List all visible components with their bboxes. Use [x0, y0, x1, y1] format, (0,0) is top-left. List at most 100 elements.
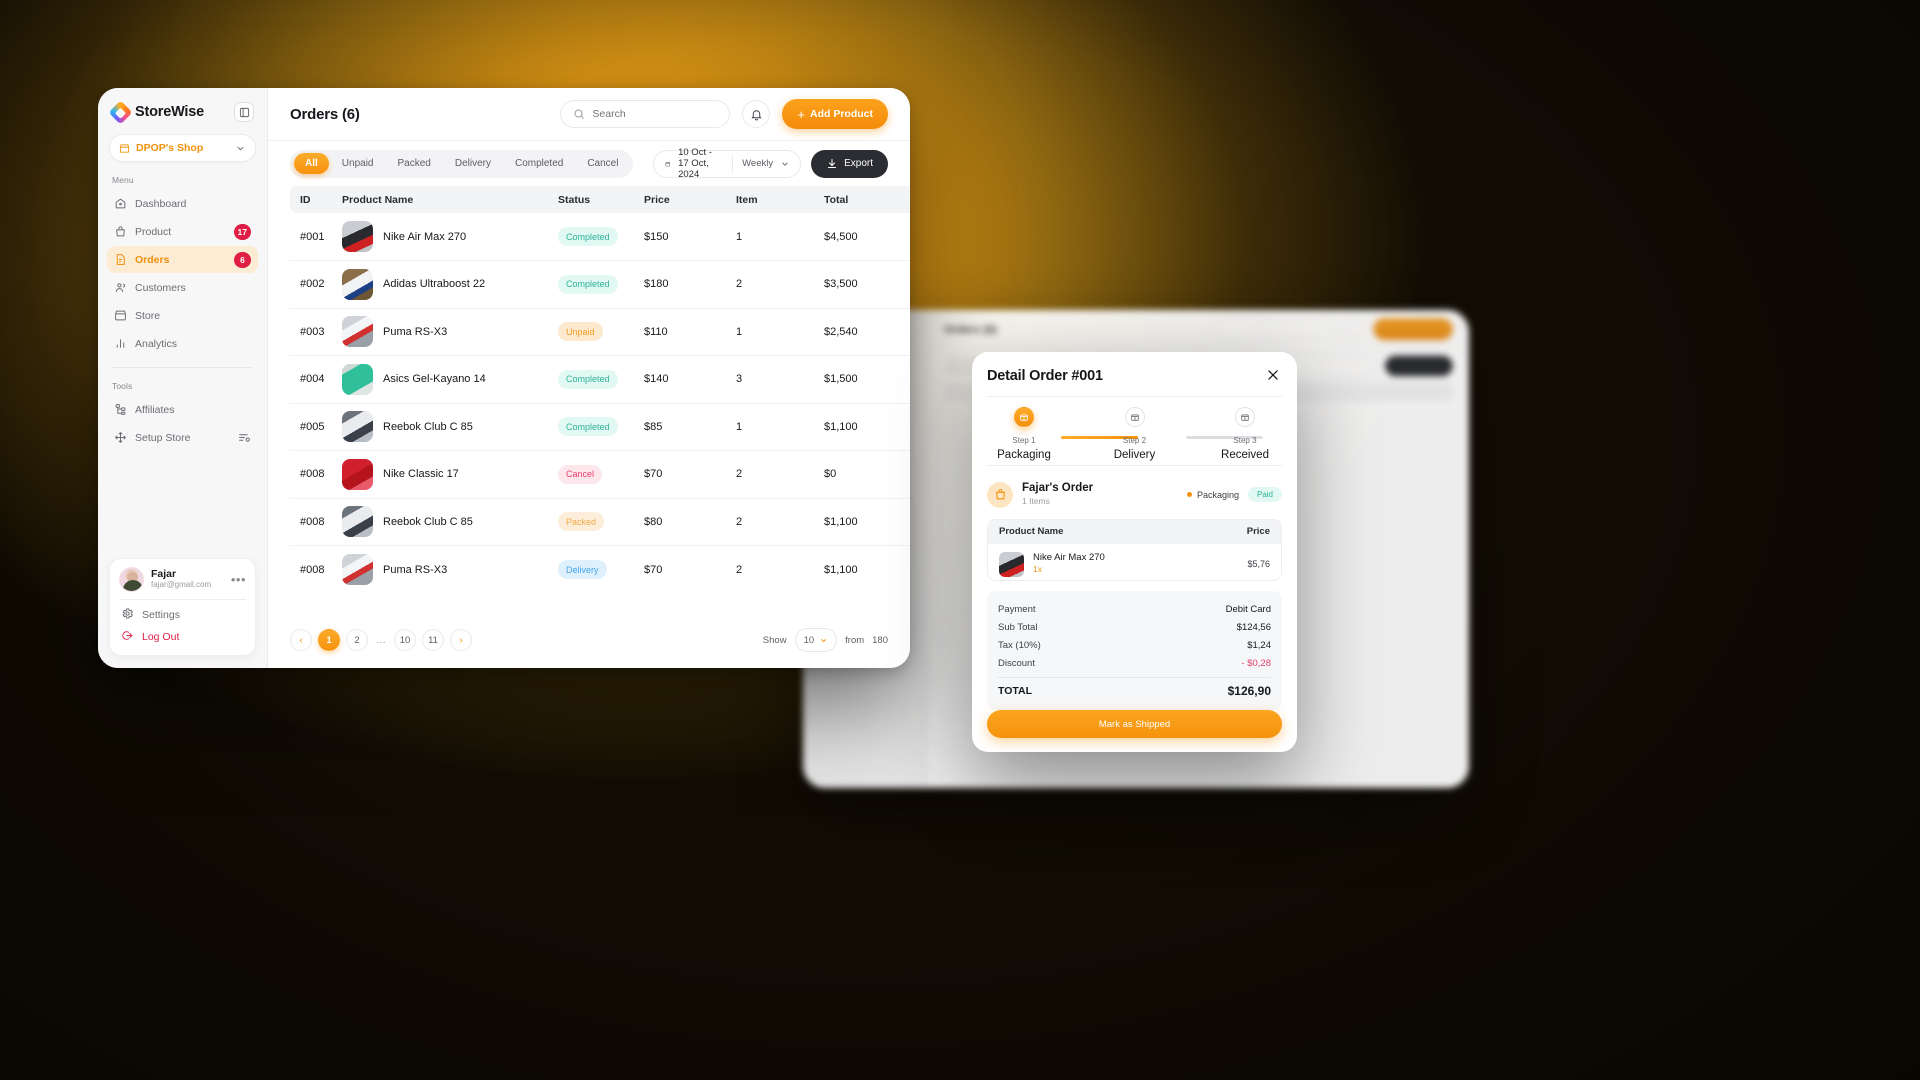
- sidebar: StoreWise DPOP's Shop Menu Dashboard Pro…: [98, 88, 268, 668]
- sidebar-item-analytics[interactable]: Analytics: [107, 330, 258, 357]
- modal-product-table: Product Name Price Nike Air Max 270 1x $…: [987, 518, 1282, 582]
- table-row[interactable]: #001 Nike Air Max 270 Completed $150 1 $4,500: [290, 213, 910, 261]
- product-name: Reebok Club C 85: [383, 515, 473, 528]
- cell-id: #001: [290, 213, 342, 261]
- tab-completed[interactable]: Completed: [504, 153, 574, 174]
- tab-all[interactable]: All: [294, 153, 329, 174]
- step-name: Delivery: [1113, 448, 1156, 461]
- cell-total: $4,500: [824, 213, 910, 261]
- sidebar-item-label: Product: [135, 225, 172, 238]
- order-status: Packaging: [1186, 490, 1239, 500]
- pagination-page-1[interactable]: 1: [318, 629, 340, 651]
- table-row[interactable]: #008 Nike Classic 17 Cancel $70 2 $0: [290, 450, 910, 499]
- pagination-ellipsis: …: [376, 634, 386, 646]
- product-name: Reebok Club C 85: [383, 420, 473, 433]
- export-button[interactable]: Export: [811, 149, 888, 178]
- profile-settings-item[interactable]: Settings: [119, 604, 246, 626]
- sidebar-item-customers[interactable]: Customers: [107, 274, 258, 301]
- calendar-icon: [666, 161, 671, 166]
- pagination-page-2[interactable]: 2: [346, 629, 368, 651]
- panel-collapse-icon[interactable]: [234, 102, 254, 122]
- cell-product: Asics Gel-Kayano 14: [342, 355, 558, 404]
- table-row[interactable]: #002 Adidas Ultraboost 22 Completed $180 2 $3…: [290, 260, 910, 309]
- mark-as-shipped-button[interactable]: Mark as Shipped: [987, 710, 1282, 738]
- add-product-button[interactable]: + Add Product: [782, 99, 888, 129]
- table-row[interactable]: #008 Puma RS-X3 Delivery $70 2 $1,100: [290, 546, 910, 594]
- profile-logout-item[interactable]: Log Out: [119, 626, 246, 648]
- sidebar-item-label: Analytics: [135, 337, 178, 350]
- more-horizontal-icon[interactable]: •••: [231, 573, 246, 586]
- modal-product-table-header: Product Name Price: [988, 519, 1281, 544]
- notification-bell-button[interactable]: [742, 100, 771, 128]
- profile-row[interactable]: Fajar fajar@gmail.com •••: [119, 567, 246, 592]
- status-badge: Cancel: [558, 464, 603, 484]
- sidebar-item-store[interactable]: Store: [107, 302, 258, 329]
- cell-product: Nike Air Max 270: [342, 213, 558, 261]
- search-input[interactable]: [592, 108, 718, 120]
- orders-table-wrapper: ID Product Name Status Price Item Total …: [268, 186, 910, 612]
- from-label: from: [845, 634, 865, 646]
- pagination-page-11[interactable]: 11: [422, 629, 444, 651]
- sidebar-badge-product: 17: [233, 223, 251, 240]
- tab-cancel[interactable]: Cancel: [576, 153, 629, 174]
- sidebar-item-orders[interactable]: Orders 6: [107, 246, 258, 273]
- pagination-prev[interactable]: ‹: [290, 629, 312, 651]
- period-select[interactable]: Weekly: [732, 158, 800, 169]
- shop-name: DPOP's Shop: [136, 142, 204, 154]
- cell-product: Reebok Club C 85: [342, 403, 558, 451]
- table-row[interactable]: #005 Reebok Club C 85 Completed $85 1 $1,100: [290, 403, 910, 451]
- cell-product: Puma RS-X3: [342, 308, 558, 356]
- sidebar-item-affiliates[interactable]: Affiliates: [107, 396, 258, 423]
- sidebar-item-dashboard[interactable]: Dashboard: [107, 190, 258, 217]
- chevron-down-icon: [782, 161, 788, 166]
- product-thumbnail: [999, 551, 1024, 577]
- modal-divider-2: [987, 464, 1282, 466]
- date-range-picker[interactable]: 10 Oct - 17 Oct, 2024: [654, 147, 731, 180]
- payment-status-badge: Paid: [1247, 487, 1282, 503]
- step-delivery[interactable]: Step 2 Delivery: [1098, 406, 1172, 461]
- brand-name: StoreWise: [135, 104, 204, 120]
- avatar: [119, 567, 144, 592]
- col-id: ID: [290, 186, 342, 213]
- cell-price: $80: [644, 498, 736, 546]
- summary-row-subtotal: Sub Total $124,56: [998, 618, 1271, 636]
- search-box[interactable]: [560, 100, 731, 128]
- col-item: Item: [736, 186, 824, 213]
- cell-product: Reebok Club C 85: [342, 498, 558, 546]
- show-label: Show: [762, 634, 787, 646]
- cell-total: $1,500: [824, 355, 910, 404]
- tab-unpaid[interactable]: Unpaid: [331, 153, 385, 174]
- logout-icon: [121, 629, 134, 645]
- table-row[interactable]: #008 Reebok Club C 85 Packed $80 2 $1,100: [290, 498, 910, 546]
- sidebar-item-product[interactable]: Product 17: [107, 218, 258, 245]
- total-label: TOTAL: [998, 685, 1033, 698]
- page-size-controls: Show 10 from 180: [763, 628, 888, 652]
- product-thumbnail: [342, 411, 373, 443]
- setup-settings-icon[interactable]: [238, 431, 251, 444]
- pagination-page-10[interactable]: 10: [394, 629, 416, 651]
- page-size-value: 10: [803, 634, 815, 646]
- close-icon[interactable]: [1266, 368, 1282, 384]
- cell-product: Puma RS-X3: [342, 546, 558, 594]
- tab-packed[interactable]: Packed: [386, 153, 441, 174]
- shop-selector[interactable]: DPOP's Shop: [109, 134, 256, 162]
- cell-total: $1,100: [824, 498, 910, 546]
- pagination-next[interactable]: ›: [450, 629, 472, 651]
- tab-delivery[interactable]: Delivery: [444, 153, 502, 174]
- diamond-logo-icon: [108, 99, 133, 125]
- modal-title: Detail Order #001: [987, 368, 1103, 384]
- cell-price: $150: [644, 213, 736, 261]
- table-row[interactable]: #003 Puma RS-X3 Unpaid $110 1 $2,540: [290, 308, 910, 356]
- cell-status: Packed: [558, 498, 644, 546]
- app-window: StoreWise DPOP's Shop Menu Dashboard Pro…: [98, 88, 910, 668]
- modal-product-row: Nike Air Max 270 1x $5,76: [988, 544, 1281, 580]
- package-icon: [1124, 406, 1145, 427]
- step-packaging[interactable]: Step 1 Packaging: [987, 406, 1061, 461]
- table-row[interactable]: #004 Asics Gel-Kayano 14 Completed $140 3 $1,…: [290, 355, 910, 404]
- step-received[interactable]: Step 3 Received: [1208, 406, 1282, 461]
- sidebar-item-setup-store[interactable]: Setup Store: [107, 424, 258, 451]
- summary-row-tax: Tax (10%) $1,24: [998, 636, 1271, 654]
- topbar: Orders (6) + Add Product: [268, 88, 910, 141]
- sidebar-badge-orders: 6: [234, 251, 251, 268]
- page-size-select[interactable]: 10: [794, 628, 838, 652]
